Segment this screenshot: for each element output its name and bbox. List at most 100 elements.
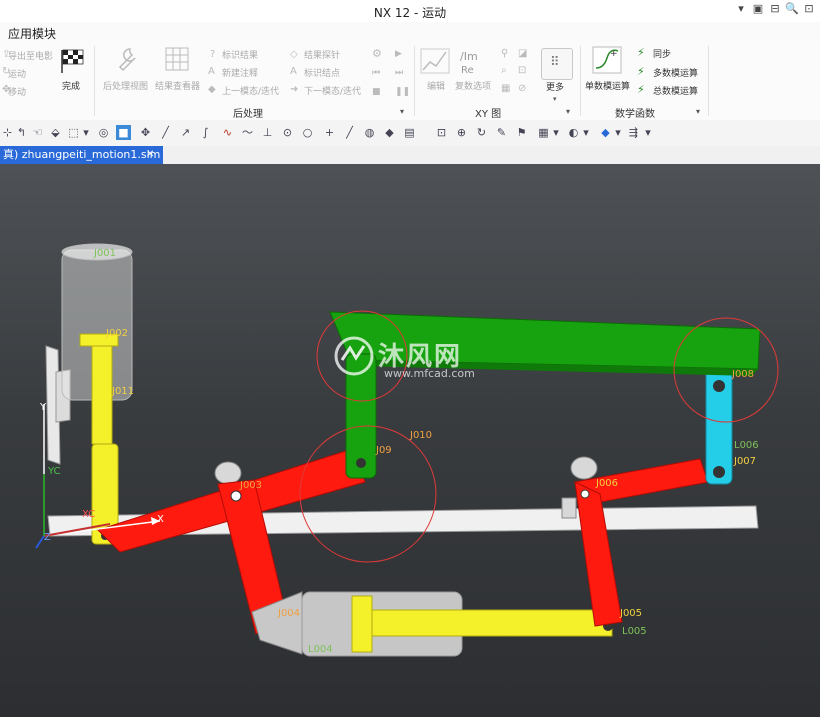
circle-point-icon[interactable]: ○ — [300, 125, 315, 140]
result-probe-button[interactable]: 结果探针 — [304, 48, 340, 61]
joint-label-j005: J005 — [620, 608, 643, 619]
joint-label-j008: J008 — [732, 369, 755, 380]
line-graph-icon[interactable]: ◪ — [518, 47, 527, 61]
rotate-icon[interactable]: ↻ — [474, 125, 489, 140]
chevron-down-icon[interactable]: ▾ — [644, 125, 652, 140]
pause-icon[interactable]: ❚❚ — [395, 85, 410, 99]
chevron-down-icon[interactable]: ▾ — [696, 105, 700, 119]
page-icon[interactable]: ▤ — [402, 125, 417, 140]
chevron-down-icon[interactable]: ▾ — [614, 125, 622, 140]
checkered-flag-icon[interactable] — [58, 48, 86, 74]
step-forward-icon[interactable]: ⏭ — [395, 66, 403, 80]
snap-icon[interactable]: ⇶ — [626, 125, 641, 140]
box-select-icon[interactable]: ⬚ — [66, 125, 81, 140]
table-graph-icon[interactable]: ▦ — [501, 82, 510, 96]
hand-icon[interactable]: ☜ — [30, 125, 45, 140]
probe-graph-icon[interactable]: ⌕ — [501, 64, 507, 78]
cyan-top-pin — [713, 380, 725, 392]
joint-label-j002: J002 — [106, 328, 129, 339]
finish-button[interactable]: 完成 — [62, 79, 80, 92]
wave-icon[interactable]: 〜 — [240, 125, 255, 140]
crosshair-icon[interactable]: + — [322, 125, 337, 140]
link-select-icon[interactable]: ↰ — [14, 125, 29, 140]
chevron-down-icon[interactable]: ▾ — [566, 105, 570, 119]
post-view-button[interactable]: 后处理视图 — [103, 79, 148, 92]
search-icon[interactable]: 🔍 — [785, 2, 799, 16]
zoom-icon[interactable]: ⊕ — [454, 125, 469, 140]
result-inspector-button[interactable]: 结果查看器 — [155, 79, 200, 92]
xy-graph-group-label: XY 图 — [475, 109, 502, 120]
motion-button[interactable]: 运动 — [8, 67, 26, 80]
step-back-icon[interactable]: ⏮ — [372, 66, 380, 80]
more-button-box[interactable]: ⠿ — [541, 48, 573, 80]
section-icon[interactable]: ◐ — [566, 125, 581, 140]
complex-options-icon[interactable]: ∕Im — [460, 50, 478, 64]
spline-icon[interactable]: ∿ — [220, 125, 235, 140]
close-icon[interactable]: ✕ — [146, 146, 158, 164]
window-menu-icon[interactable]: ▾ — [734, 2, 748, 16]
joint-label-j006: J006 — [596, 478, 619, 489]
chevron-down-icon[interactable]: ▾ — [553, 92, 557, 106]
animation-icon[interactable]: ⚙ — [372, 47, 382, 61]
green-arm-pin — [356, 458, 366, 468]
line-icon[interactable]: ╱ — [158, 125, 173, 140]
orient-icon[interactable]: ⚑ — [514, 125, 529, 140]
chevron-down-icon[interactable]: ▾ — [582, 125, 590, 140]
vertex-icon[interactable]: ✥ — [138, 125, 153, 140]
new-annotation-button[interactable]: 新建注释 — [222, 66, 258, 79]
single-math-icon[interactable]: + — [592, 46, 622, 74]
sync-button[interactable]: 同步 — [653, 47, 671, 60]
solid-cube-icon[interactable]: ■ — [116, 125, 131, 140]
chevron-down-icon[interactable]: ▾ — [552, 125, 560, 140]
chevron-down-icon[interactable]: ▾ — [82, 125, 90, 140]
multi-math-button[interactable]: 多数模运算 — [653, 66, 698, 79]
wrench-icon[interactable] — [112, 46, 138, 72]
maximize-icon[interactable]: ⊡ — [802, 2, 816, 16]
right-pivot-support — [570, 456, 598, 480]
render-style-icon[interactable]: ▦ — [536, 125, 551, 140]
cube-select-icon[interactable]: ⬙ — [48, 125, 63, 140]
arrow-line-icon[interactable]: ↗ — [178, 125, 193, 140]
identify-node-button[interactable]: 标识结点 — [304, 66, 340, 79]
select-filter-icon[interactable]: ⊹ — [0, 125, 15, 140]
chevron-down-icon[interactable]: ▾ — [400, 105, 404, 119]
document-tab[interactable]: 真) zhuangpeiti_motion1.sim — [0, 146, 163, 164]
intersect-icon[interactable]: ⊥ — [260, 125, 275, 140]
pan-icon[interactable]: ✎ — [494, 125, 509, 140]
menu-application-modules[interactable]: 应用模块 — [8, 25, 56, 42]
sphere-icon[interactable]: ◍ — [362, 125, 377, 140]
single-math-button[interactable]: 单数模运算 — [585, 79, 630, 92]
cyan-bottom-pin — [713, 466, 725, 478]
view-cube-icon[interactable]: ◆ — [598, 125, 613, 140]
edit-graph-icon[interactable] — [420, 48, 450, 74]
scatter-graph-icon[interactable]: ⊡ — [518, 64, 526, 78]
selection-toolbar: ⊹ ↰ ☜ ⬙ ⬚ ▾ ◎ ■ ✥ ╱ ↗ ∫ ∿ 〜 ⊥ ⊙ ○ + ╱ ◍ … — [0, 120, 820, 147]
clear-graph-icon[interactable]: ⊘ — [518, 82, 526, 96]
restore-icon[interactable]: ▣ — [751, 2, 765, 16]
play-icon[interactable]: ▶ — [395, 47, 402, 61]
graphics-viewport[interactable]: J001 J002 J011 J003 J004 J09 J010 J006 J… — [0, 164, 820, 717]
joint-label-l004: L004 — [308, 644, 333, 655]
shaded-icon[interactable]: ◎ — [96, 125, 111, 140]
fit-view-icon[interactable]: ⊡ — [434, 125, 449, 140]
x-axis-label: X — [157, 514, 164, 525]
complex-options-button[interactable]: 复数选项 — [455, 79, 491, 92]
result-inspector-icon[interactable] — [164, 46, 190, 72]
previous-mode-button[interactable]: 上一模态/迭代 — [222, 84, 279, 97]
stop-icon[interactable]: ■ — [372, 85, 381, 99]
curve-icon[interactable]: ∫ — [198, 125, 213, 140]
identify-result-button[interactable]: 标识结果 — [222, 48, 258, 61]
next-mode-button[interactable]: 下一模态/迭代 — [304, 84, 361, 97]
minimize-icon[interactable]: ⊟ — [768, 2, 782, 16]
zoom-graph-icon[interactable]: ⚲ — [501, 47, 508, 61]
total-math-button[interactable]: 总数模运算 — [653, 84, 698, 97]
document-tab-label: 真) zhuangpeiti_motion1.sim — [3, 148, 161, 161]
export-movie-button[interactable]: 导出至电影 — [8, 49, 53, 62]
center-point-icon[interactable]: ⊙ — [280, 125, 295, 140]
right-crank-pivot — [580, 489, 590, 499]
move-button[interactable]: 移动 — [8, 85, 26, 98]
watermark-logo-icon — [334, 336, 374, 376]
edit-button[interactable]: 编辑 — [427, 79, 445, 92]
diamond-icon[interactable]: ◆ — [382, 125, 397, 140]
slash-icon[interactable]: ╱ — [342, 125, 357, 140]
